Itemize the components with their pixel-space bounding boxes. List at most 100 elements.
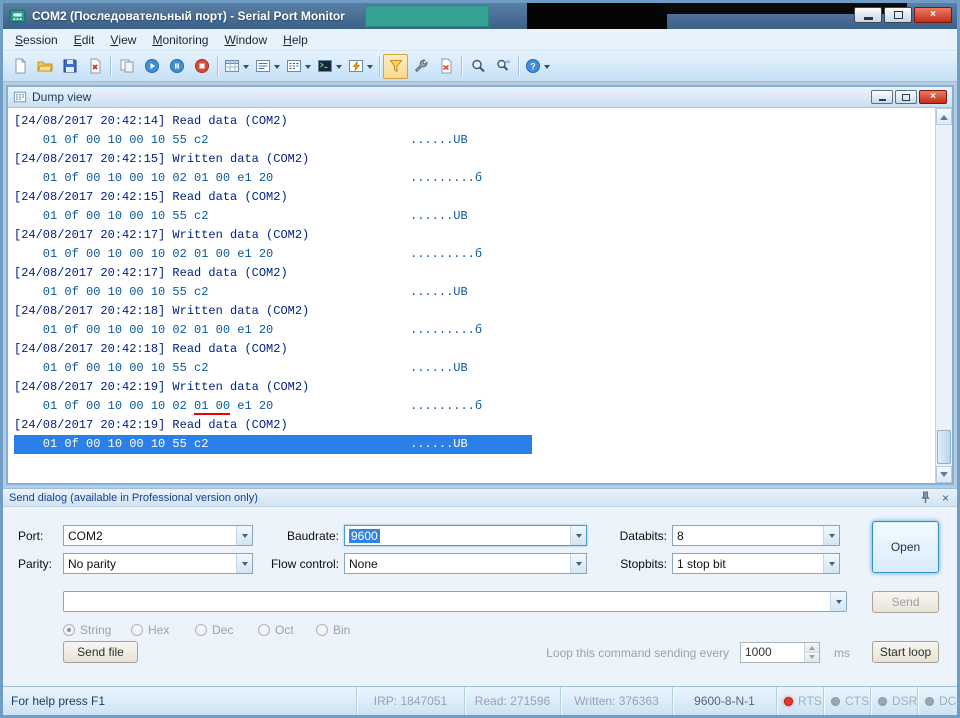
databits-value: 8 [677, 528, 684, 543]
menu-item-help[interactable]: Help [275, 29, 316, 50]
port-select[interactable]: COM2 [63, 525, 253, 546]
stopbits-select[interactable]: 1 stop bit [672, 553, 840, 574]
log-timestamp-line[interactable]: [24/08/2017 20:42:15] Written data (COM2… [14, 150, 934, 169]
baudrate-select[interactable]: 9600 [344, 525, 587, 546]
command-input[interactable] [63, 591, 847, 612]
signal-dsr: DSR [870, 687, 917, 715]
flow-control-select[interactable]: None [344, 553, 587, 574]
maximize-button[interactable] [884, 7, 912, 23]
dump-view-icon [13, 90, 27, 104]
log-timestamp-line[interactable]: [24/08/2017 20:42:17] Read data (COM2) [14, 264, 934, 283]
signal-dot-icon [784, 696, 793, 706]
menu-item-monitoring[interactable]: Monitoring [144, 29, 216, 50]
line-view-button[interactable] [252, 54, 283, 79]
start-loop-button[interactable]: Start loop [872, 641, 939, 663]
log-timestamp-line[interactable]: [24/08/2017 20:42:15] Read data (COM2) [14, 188, 934, 207]
log-timestamp-line[interactable]: [24/08/2017 20:42:19] Written data (COM2… [14, 378, 934, 397]
loop-interval-spinner[interactable]: 1000 [740, 642, 820, 663]
new-session-button[interactable] [7, 54, 32, 79]
dump-view-titlebar[interactable]: Dump view × [8, 87, 952, 108]
close-session-button[interactable] [82, 54, 107, 79]
overlay-artifact [365, 5, 489, 27]
log-timestamp-line[interactable]: [24/08/2017 20:42:17] Written data (COM2… [14, 226, 934, 245]
log-timestamp-line[interactable]: [24/08/2017 20:42:19] Read data (COM2) [14, 416, 934, 435]
loop-label: Loop this command sending every [546, 646, 729, 660]
filter-setup-button[interactable] [383, 53, 408, 79]
close-button[interactable]: × [914, 7, 952, 23]
log-timestamp-line[interactable]: [24/08/2017 20:42:14] Read data (COM2) [14, 112, 934, 131]
radio-hex[interactable]: Hex [131, 623, 169, 637]
log-timestamp-line[interactable]: [24/08/2017 20:42:18] Written data (COM2… [14, 302, 934, 321]
table-view-icon [224, 58, 240, 74]
radio-label: Hex [148, 623, 170, 637]
menu-item-window[interactable]: Window [216, 29, 275, 50]
terminal-view-button[interactable] [314, 54, 345, 79]
clear-views-button[interactable] [433, 54, 458, 79]
dump-view-button[interactable] [283, 54, 314, 79]
log-hex-line[interactable]: 01 0f 00 10 00 10 55 c2 ......UB [14, 207, 532, 226]
open-button-label: Open [890, 540, 921, 554]
panel-close-button[interactable]: × [940, 492, 951, 504]
open-button[interactable]: Open [872, 521, 939, 573]
chevron-down-icon [823, 554, 839, 573]
signal-label: RTS [798, 694, 822, 708]
open-session-button[interactable] [32, 54, 57, 79]
find-button[interactable] [465, 54, 490, 79]
vertical-scrollbar[interactable] [935, 108, 952, 483]
radio-label: String [80, 623, 112, 637]
radio-oct[interactable]: Oct [258, 623, 294, 637]
parity-select[interactable]: No parity [63, 553, 253, 574]
start-monitoring-button[interactable] [139, 54, 164, 79]
send-button[interactable]: Send [872, 591, 939, 613]
scroll-down-button[interactable] [936, 466, 952, 483]
chevron-down-icon [236, 526, 252, 545]
log-hex-line[interactable]: 01 0f 00 10 00 10 55 c2 ......UB [14, 359, 532, 378]
log-hex-line[interactable]: 01 0f 00 10 00 10 02 01 00 e1 20 .......… [14, 321, 532, 340]
log-hex-line[interactable]: 01 0f 00 10 00 10 55 c2 ......UB [14, 283, 532, 302]
child-close-button[interactable]: × [919, 90, 947, 104]
signal-dcd: DCD [917, 687, 957, 715]
events-view-button[interactable] [345, 54, 376, 79]
spin-down-button[interactable] [805, 652, 819, 662]
databits-select[interactable]: 8 [672, 525, 840, 546]
radio-bin[interactable]: Bin [316, 623, 350, 637]
port-label: Port: [18, 529, 44, 543]
minimize-button[interactable] [854, 7, 882, 23]
save-session-button[interactable] [57, 54, 82, 79]
child-minimize-button[interactable] [871, 90, 893, 104]
export-data-button[interactable] [114, 54, 139, 79]
signal-label: CTS [845, 694, 869, 708]
radio-icon [63, 624, 75, 636]
log-hex-line[interactable]: 01 0f 00 10 00 10 02 01 00 e1 20 .......… [14, 245, 532, 264]
send-file-button[interactable]: Send file [63, 641, 138, 663]
scrollbar-thumb[interactable] [937, 430, 951, 464]
menu-item-view[interactable]: View [102, 29, 144, 50]
stop-monitoring-button[interactable] [189, 54, 214, 79]
advanced-settings-button[interactable] [408, 54, 433, 79]
find-next-button[interactable] [490, 54, 515, 79]
titlebar[interactable]: COM2 (Последовательный порт) - Serial Po… [3, 3, 957, 29]
pin-icon[interactable] [919, 491, 932, 504]
child-maximize-button[interactable] [895, 90, 917, 104]
dropdown-arrow-icon [336, 64, 342, 72]
log-timestamp-line[interactable]: [24/08/2017 20:42:18] Read data (COM2) [14, 340, 934, 359]
log-hex-line[interactable]: 01 0f 00 10 00 10 02 01 00 e1 20 .......… [14, 397, 533, 416]
annotation-red-underline: 01 00 [194, 399, 231, 415]
signal-dot-icon [878, 696, 887, 706]
radio-dec[interactable]: Dec [195, 623, 233, 637]
dropdown-arrow-icon [367, 64, 373, 72]
menu-item-session[interactable]: Session [7, 29, 66, 50]
log-hex-line[interactable]: 01 0f 00 10 00 10 55 c2 ......UB [14, 131, 532, 150]
log-hex-line[interactable]: 01 0f 00 10 00 10 55 c2 ......UB [14, 435, 533, 454]
loop-interval-value: 1000 [745, 645, 772, 659]
spin-up-button[interactable] [805, 643, 819, 652]
help-button[interactable]: ? [522, 54, 553, 79]
radio-string[interactable]: String [63, 623, 111, 637]
scroll-up-button[interactable] [936, 108, 952, 125]
log-hex-line[interactable]: 01 0f 00 10 00 10 02 01 00 e1 20 .......… [14, 169, 532, 188]
pause-monitoring-button[interactable] [164, 54, 189, 79]
table-view-button[interactable] [221, 54, 252, 79]
window-title: COM2 (Последовательный порт) - Serial Po… [32, 9, 345, 23]
stop-monitoring-icon [194, 58, 210, 74]
menu-item-edit[interactable]: Edit [66, 29, 103, 50]
